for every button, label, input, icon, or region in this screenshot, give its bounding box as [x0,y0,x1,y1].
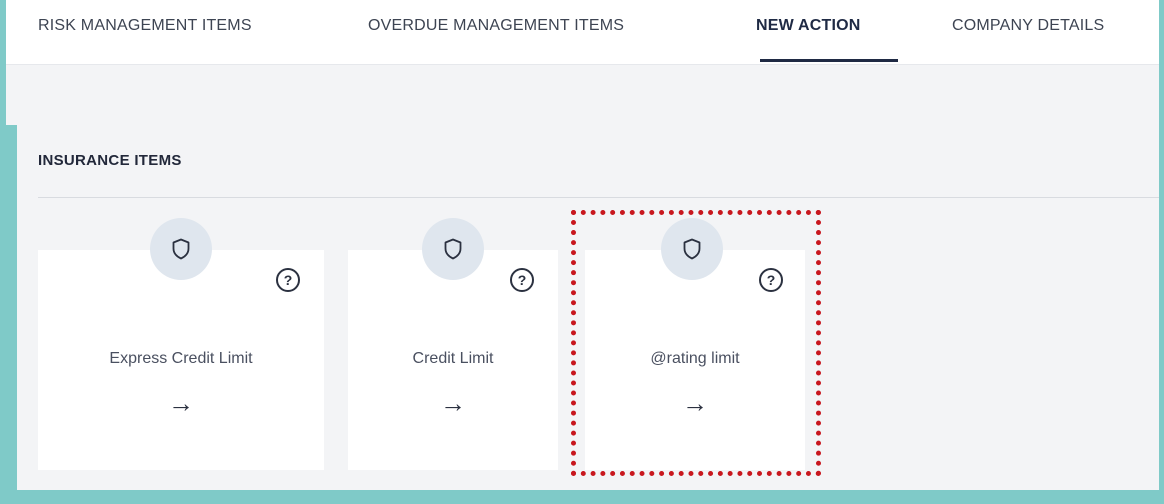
card-label: Express Credit Limit [109,350,253,367]
card-credit-limit[interactable]: ? Credit Limit → [348,218,558,470]
tab-bar: RISK MANAGEMENT ITEMS OVERDUE MANAGEMENT… [6,0,1159,65]
tab-new-action[interactable]: NEW ACTION [756,17,861,35]
tab-company-details[interactable]: COMPANY DETAILS [952,17,1104,35]
panel-edge [6,65,17,125]
tab-risk-management-items[interactable]: RISK MANAGEMENT ITEMS [38,17,252,35]
card-express-credit-limit[interactable]: ? Express Credit Limit → [38,218,324,470]
highlight-box [571,210,821,476]
shield-icon [150,218,212,280]
arrow-right-icon[interactable]: → [38,388,324,419]
shield-icon [422,218,484,280]
help-icon[interactable]: ? [276,268,300,292]
section-title: INSURANCE ITEMS [38,152,182,169]
help-icon[interactable]: ? [510,268,534,292]
section-divider [38,197,1159,198]
arrow-right-icon[interactable]: → [348,388,558,419]
active-tab-indicator [760,59,898,62]
card-label: Credit Limit [412,350,494,367]
tab-overdue-management-items[interactable]: OVERDUE MANAGEMENT ITEMS [368,17,624,35]
